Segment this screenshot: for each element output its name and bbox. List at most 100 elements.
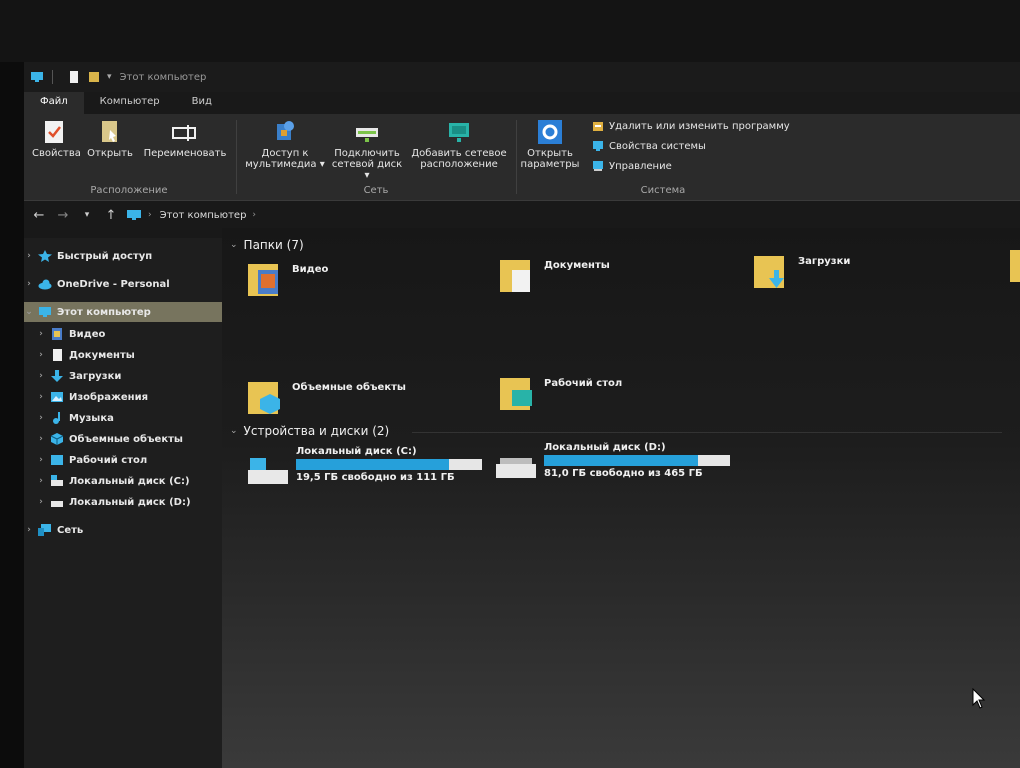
folder-label: Рабочий стол xyxy=(544,378,623,389)
sidebar-item-drive-d[interactable]: › Локальный диск (D:) xyxy=(36,492,222,512)
divider xyxy=(52,70,53,84)
chevron-down-icon[interactable]: ⌄ xyxy=(230,240,238,250)
quick-access-dropdown-icon[interactable]: ▾ xyxy=(107,72,112,82)
folder-desktop[interactable]: Рабочий стол xyxy=(498,374,622,412)
folder-downloads[interactable]: Загрузки xyxy=(752,252,850,290)
ribbon-tabs: Файл Компьютер Вид xyxy=(24,92,1020,114)
breadcrumb[interactable]: Этот компьютер xyxy=(160,210,247,221)
sidebar-item-onedrive[interactable]: › OneDrive - Personal xyxy=(24,274,222,294)
video-icon xyxy=(52,328,62,340)
divider xyxy=(412,432,1002,433)
uninstall-icon xyxy=(593,122,603,131)
chevron-right-icon[interactable]: › xyxy=(36,434,46,444)
cloud-icon xyxy=(38,279,52,290)
image-icon xyxy=(51,392,63,402)
tab-view[interactable]: Вид xyxy=(176,92,228,114)
drive-c[interactable]: Локальный диск (C:) 19,5 ГБ свободно из … xyxy=(246,446,482,488)
sidebar-item-label: Локальный диск (D:) xyxy=(69,496,191,508)
3d-objects-icon xyxy=(50,433,64,445)
chevron-right-icon[interactable]: › xyxy=(36,392,46,402)
drive-usage-bar xyxy=(544,455,730,466)
sidebar-item-pictures[interactable]: › Изображения xyxy=(36,387,222,407)
chevron-right-icon[interactable]: › xyxy=(36,497,46,507)
sidebar-item-drive-c[interactable]: › Локальный диск (C:) xyxy=(36,471,222,491)
properties-button[interactable]: Свойства xyxy=(32,120,81,159)
chevron-right-icon[interactable]: › xyxy=(36,476,46,486)
folders-section-header[interactable]: ⌄ Папки (7) xyxy=(230,238,304,252)
open-settings-label: Открыть параметры xyxy=(520,148,580,170)
rename-label: Переименовать xyxy=(143,148,227,159)
recent-locations-chevron-icon[interactable]: ▾ xyxy=(78,210,96,220)
properties-quick-icon[interactable] xyxy=(67,71,81,83)
drive-free-space: 19,5 ГБ свободно из 111 ГБ xyxy=(296,472,455,483)
title-bar: ▾ Этот компьютер xyxy=(24,62,1020,92)
folder-documents[interactable]: Документы xyxy=(498,256,610,294)
settings-gear-icon xyxy=(537,120,563,144)
folder-partial-icon[interactable] xyxy=(1008,248,1020,284)
sidebar-item-downloads[interactable]: › Загрузки xyxy=(36,366,222,386)
sidebar-item-label: Музыка xyxy=(69,412,114,424)
folder-videos[interactable]: Видео xyxy=(246,260,328,298)
drive-free-space: 81,0 ГБ свободно из 465 ГБ xyxy=(544,468,703,479)
drive-d[interactable]: Локальный диск (D:) 81,0 ГБ свободно из … xyxy=(494,442,730,484)
back-arrow-icon[interactable]: ← xyxy=(30,208,48,223)
chevron-right-icon[interactable]: › xyxy=(36,413,46,423)
chevron-right-icon[interactable]: › xyxy=(36,329,46,339)
network-icon xyxy=(38,524,51,536)
chevron-right-icon[interactable]: › xyxy=(24,525,34,535)
breadcrumb-separator-icon[interactable]: › xyxy=(148,210,152,220)
chevron-right-icon[interactable]: › xyxy=(36,455,46,465)
drive-usage-bar xyxy=(296,459,482,470)
open-button[interactable]: Открыть xyxy=(86,120,134,159)
drive-name: Локальный диск (C:) xyxy=(296,446,417,457)
sidebar-item-label: Документы xyxy=(69,349,135,361)
chevron-right-icon[interactable]: › xyxy=(24,251,34,261)
breadcrumb-separator-icon[interactable]: › xyxy=(252,210,256,220)
rename-button[interactable]: Переименовать xyxy=(140,120,230,159)
divider xyxy=(516,120,517,194)
sidebar-item-documents[interactable]: › Документы xyxy=(36,345,222,365)
sidebar-item-3d-objects[interactable]: › Объемные объекты xyxy=(36,429,222,449)
properties-label: Свойства xyxy=(32,148,81,159)
chevron-down-icon[interactable]: ⌄ xyxy=(230,426,238,436)
monitor-bezel xyxy=(0,0,1020,62)
sidebar-item-label: OneDrive - Personal xyxy=(57,278,170,290)
folder-label: Видео xyxy=(292,264,329,275)
address-bar: ← → ▾ ↑ › Этот компьютер › xyxy=(24,202,1020,228)
computer-icon xyxy=(39,307,51,317)
chevron-right-icon[interactable]: › xyxy=(36,350,46,360)
map-network-drive-icon xyxy=(354,120,380,144)
folder-3d-objects[interactable]: Объемные объекты xyxy=(246,378,406,416)
sidebar-item-music[interactable]: › Музыка xyxy=(36,408,222,428)
chevron-right-icon[interactable]: › xyxy=(24,279,34,289)
group-label-location: Расположение xyxy=(90,185,168,196)
downloads-folder-icon xyxy=(754,256,784,288)
new-folder-quick-icon[interactable] xyxy=(87,71,101,83)
tab-computer[interactable]: Компьютер xyxy=(84,92,176,114)
sidebar-item-network[interactable]: › Сеть xyxy=(24,520,222,540)
map-network-drive-button[interactable]: Подключить сетевой диск ▾ xyxy=(328,120,406,181)
manage-button[interactable]: Управление xyxy=(592,158,672,174)
drives-section-header[interactable]: ⌄ Устройства и диски (2) xyxy=(230,424,389,438)
drive-name: Локальный диск (D:) xyxy=(544,442,666,453)
drive-icon xyxy=(51,475,63,486)
ribbon-group-location: Свойства Открыть Переименовать Расположе… xyxy=(24,114,234,200)
chevron-right-icon[interactable]: › xyxy=(36,371,46,381)
system-properties-button[interactable]: Свойства системы xyxy=(592,138,706,154)
uninstall-program-button[interactable]: Удалить или изменить программу xyxy=(592,118,790,134)
sidebar-item-videos[interactable]: › Видео xyxy=(36,324,222,344)
chevron-down-icon[interactable]: ⌄ xyxy=(24,307,34,317)
up-arrow-icon[interactable]: ↑ xyxy=(102,208,120,223)
drive-icon xyxy=(51,501,63,507)
system-drive-icon xyxy=(248,458,288,484)
sidebar-item-quick-access[interactable]: › Быстрый доступ xyxy=(24,246,222,266)
video-folder-icon xyxy=(248,264,278,296)
forward-arrow-icon[interactable]: → xyxy=(54,208,72,223)
drive-usage-fill xyxy=(544,455,699,466)
tab-file[interactable]: Файл xyxy=(24,92,84,114)
media-access-button[interactable]: Доступ к мультимедиа ▾ xyxy=(242,120,328,170)
add-network-location-button[interactable]: Добавить сетевое расположение xyxy=(408,120,510,170)
sidebar-item-this-pc[interactable]: ⌄ Этот компьютер xyxy=(24,302,222,322)
sidebar-item-desktop[interactable]: › Рабочий стол xyxy=(36,450,222,470)
open-settings-button[interactable]: Открыть параметры xyxy=(518,120,582,170)
